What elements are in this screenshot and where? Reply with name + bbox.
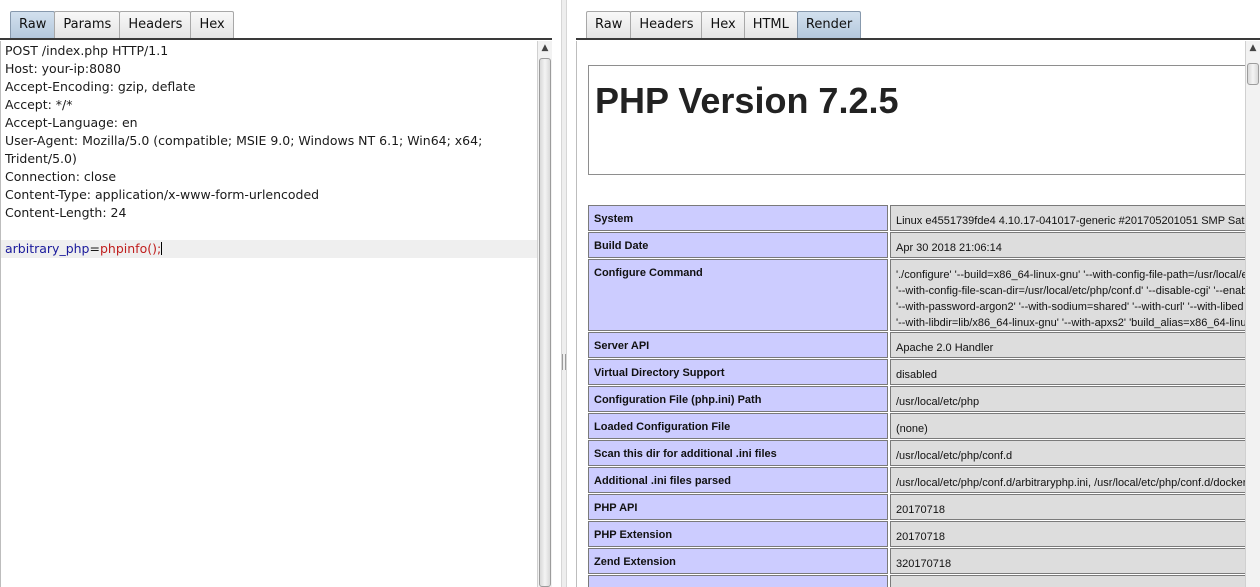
- body-param-value: phpinfo();: [99, 241, 162, 256]
- phpinfo-value-cell: 20170718: [890, 521, 1245, 547]
- request-header-content-type: Content-Type: application/x-www-form-url…: [5, 187, 320, 202]
- phpinfo-key-cell: Additional .ini files parsed: [588, 467, 888, 493]
- phpinfo-value-cell: './configure' '--build=x86_64-linux-gnu'…: [890, 259, 1245, 331]
- phpinfo-row: Configuration File (php.ini) Path/usr/lo…: [588, 386, 1245, 413]
- phpinfo-key-cell: [588, 575, 888, 587]
- request-header-accept-encoding: Accept-Encoding: gzip, deflate: [5, 79, 196, 94]
- phpinfo-value-line: './configure' '--build=x86_64-linux-gnu'…: [896, 269, 1245, 281]
- phpinfo-row: PHP Extension 20170718: [588, 521, 1245, 548]
- request-header-accept-language: Accept-Language: en: [5, 115, 138, 130]
- request-header-user-agent: User-Agent: Mozilla/5.0 (compatible; MSI…: [5, 133, 483, 148]
- request-line: POST /index.php HTTP/1.1: [5, 43, 169, 58]
- request-tab-bar: Raw Params Headers Hex: [0, 0, 552, 40]
- phpinfo-value-line: disabled: [896, 369, 937, 381]
- phpinfo-value-cell: Apr 30 2018 21:06:14: [890, 232, 1245, 258]
- body-equals: =: [89, 241, 100, 256]
- phpinfo-key-cell: PHP Extension: [588, 521, 888, 547]
- phpinfo-key-cell: Scan this dir for additional .ini files: [588, 440, 888, 466]
- php-version-title: PHP Version 7.2.5: [595, 80, 899, 121]
- phpinfo-value-cell: [890, 575, 1245, 587]
- divider-grip-icon: [562, 354, 566, 370]
- phpinfo-value-cell: disabled: [890, 359, 1245, 385]
- request-header-content-length: Content-Length: 24: [5, 205, 127, 220]
- phpinfo-value-line: (none): [896, 423, 928, 435]
- response-panel: Raw Headers Hex HTML Render PHP Version …: [576, 0, 1260, 587]
- response-tab-render[interactable]: Render: [796, 11, 862, 38]
- request-scroll-thumb[interactable]: [539, 58, 551, 587]
- phpinfo-key-cell: Configuration File (php.ini) Path: [588, 386, 888, 412]
- phpinfo-value-line: /usr/local/etc/php/conf.d/arbitraryphp.i…: [896, 477, 1245, 489]
- request-editor[interactable]: POST /index.php HTTP/1.1 Host: your-ip:8…: [0, 41, 537, 587]
- phpinfo-value-cell: 320170718: [890, 548, 1245, 574]
- response-scrollbar[interactable]: ▲: [1245, 41, 1260, 587]
- php-version-header: PHP Version 7.2.5: [588, 65, 1245, 175]
- phpinfo-value-line: 20170718: [896, 531, 945, 543]
- request-tab-headers[interactable]: Headers: [119, 11, 192, 38]
- request-panel: Raw Params Headers Hex POST /index.php H…: [0, 0, 552, 587]
- phpinfo-key-cell: Build Date: [588, 232, 888, 258]
- phpinfo-row: Loaded Configuration File (none): [588, 413, 1245, 440]
- phpinfo-value-line: '--with-config-file-scan-dir=/usr/local/…: [896, 285, 1245, 297]
- phpinfo-value-line: /usr/local/etc/php: [896, 396, 980, 408]
- scroll-up-arrow-icon[interactable]: ▲: [538, 41, 552, 56]
- body-param-name: arbitrary_php: [5, 241, 90, 256]
- phpinfo-value-line: Linux e4551739fde4 4.10.17-041017-generi…: [896, 215, 1245, 227]
- phpinfo-value-cell: /usr/local/etc/php/conf.d/arbitraryphp.i…: [890, 467, 1245, 493]
- phpinfo-key-cell: Zend Extension: [588, 548, 888, 574]
- request-header-host: Host: your-ip:8080: [5, 61, 121, 76]
- response-tab-html[interactable]: HTML: [743, 11, 798, 38]
- request-tab-hex[interactable]: Hex: [190, 11, 234, 38]
- request-header-accept: Accept: */*: [5, 97, 73, 112]
- phpinfo-value-line: /usr/local/etc/php/conf.d: [896, 450, 1013, 462]
- request-tab-raw[interactable]: Raw: [10, 11, 56, 38]
- response-tab-headers[interactable]: Headers: [630, 11, 703, 38]
- response-scroll-thumb[interactable]: [1247, 63, 1259, 85]
- phpinfo-row: Additional .ini files parsed/usr/local/e…: [588, 467, 1245, 494]
- phpinfo-row: [588, 575, 1245, 587]
- phpinfo-value-cell: /usr/local/etc/php/conf.d: [890, 440, 1245, 466]
- response-tab-bar: Raw Headers Hex HTML Render: [576, 0, 1260, 40]
- phpinfo-value-line: Apache 2.0 Handler: [896, 342, 994, 354]
- phpinfo-key-cell: Loaded Configuration File: [588, 413, 888, 439]
- phpinfo-row: Virtual Directory Support disabled: [588, 359, 1245, 386]
- phpinfo-key-cell: Configure Command: [588, 259, 888, 331]
- scroll-up-arrow-icon[interactable]: ▲: [1246, 41, 1260, 56]
- phpinfo-row: Server API Apache 2.0 Handler: [588, 332, 1245, 359]
- phpinfo-key-cell: System: [588, 205, 888, 231]
- response-tab-raw[interactable]: Raw: [586, 11, 632, 38]
- phpinfo-row: PHP API 20170718: [588, 494, 1245, 521]
- phpinfo-value-cell: (none): [890, 413, 1245, 439]
- phpinfo-row: Build Date Apr 30 2018 21:06:14: [588, 232, 1245, 259]
- phpinfo-value-cell: Apache 2.0 Handler: [890, 332, 1245, 358]
- phpinfo-value-line: Apr 30 2018 21:06:14: [896, 242, 1002, 254]
- response-tab-hex[interactable]: Hex: [701, 11, 745, 38]
- phpinfo-value-line: '--with-password-argon2' '--with-sodium=…: [896, 301, 1244, 313]
- phpinfo-value-line: '--with-libdir=lib/x86_64-linux-gnu' '--…: [896, 317, 1245, 329]
- phpinfo-row: Configure Command './configure' '--build=…: [588, 259, 1245, 332]
- text-caret: [161, 242, 163, 255]
- phpinfo-row: Zend Extension 320170718: [588, 548, 1245, 575]
- phpinfo-value-cell: Linux e4551739fde4 4.10.17-041017-generi…: [890, 205, 1245, 231]
- request-tab-underline: [0, 38, 552, 40]
- phpinfo-key-cell: Server API: [588, 332, 888, 358]
- request-scrollbar[interactable]: ▲: [537, 41, 552, 587]
- request-header-connection: Connection: close: [5, 169, 117, 184]
- request-tab-params[interactable]: Params: [54, 11, 121, 38]
- phpinfo-key-cell: PHP API: [588, 494, 888, 520]
- request-body[interactable]: arbitrary_php=phpinfo();: [5, 241, 163, 256]
- request-header-user-agent-cont: Trident/5.0): [5, 151, 77, 166]
- phpinfo-value-line: 20170718: [896, 504, 945, 516]
- phpinfo-row: System Linux e4551739fde4 4.10.17-041017-…: [588, 205, 1245, 232]
- phpinfo-row: Scan this dir for additional .ini files /…: [588, 440, 1245, 467]
- split-pane-divider[interactable]: [552, 0, 576, 587]
- phpinfo-key-cell: Virtual Directory Support: [588, 359, 888, 385]
- phpinfo-value-cell: 20170718: [890, 494, 1245, 520]
- rendered-page-view: PHP Version 7.2.5 System Linux e4551739fd…: [576, 41, 1245, 587]
- phpinfo-value-line: 320170718: [896, 558, 952, 570]
- phpinfo-value-cell: /usr/local/etc/php: [890, 386, 1245, 412]
- phpinfo-value-line: [896, 583, 1245, 587]
- response-tab-underline: [576, 38, 1260, 40]
- divider-bar[interactable]: [561, 0, 567, 587]
